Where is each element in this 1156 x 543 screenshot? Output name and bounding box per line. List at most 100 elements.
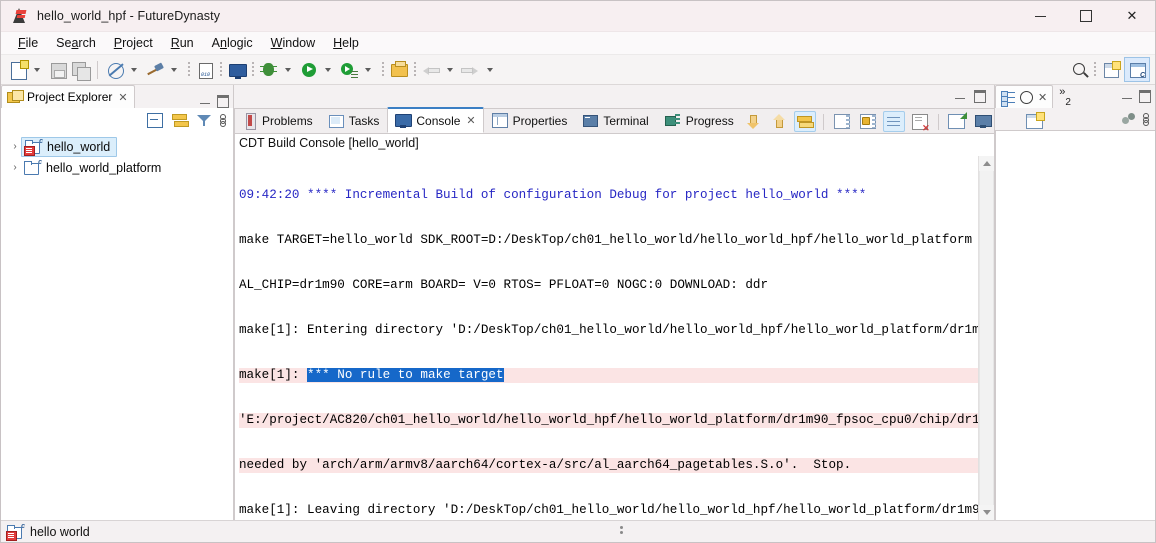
close-tab-icon[interactable]: ✕: [118, 91, 127, 104]
editor-area-controls: [955, 90, 994, 103]
minimize-view-icon[interactable]: [200, 100, 210, 104]
build-all-button[interactable]: [104, 58, 126, 82]
expander-icon[interactable]: ›: [9, 141, 21, 152]
toolbar-drag-handle[interactable]: [1094, 61, 1096, 78]
close-tab-icon[interactable]: ✕: [1038, 91, 1047, 104]
menu-bar: File Search Project Run Anlogic Window H…: [1, 32, 1155, 55]
menu-window[interactable]: Window: [262, 34, 324, 52]
tab-problems[interactable]: Problems: [235, 108, 321, 133]
console-selection-highlight: *** No rule to make target: [307, 368, 504, 382]
outline-view: ✕ » 2: [994, 85, 1155, 520]
open-perspective-button[interactable]: [1100, 58, 1122, 82]
save-all-button[interactable]: [69, 58, 91, 82]
save-button[interactable]: [47, 58, 69, 82]
view-menu-icon[interactable]: [220, 113, 226, 127]
toolbar-drag-handle[interactable]: [220, 61, 222, 78]
tab-tasks[interactable]: Tasks: [321, 108, 388, 133]
tab-outline[interactable]: ✕: [995, 85, 1054, 108]
toolbar-drag-handle[interactable]: [414, 61, 416, 78]
maximize-view-icon[interactable]: [1139, 90, 1151, 103]
tab-console[interactable]: Console ✕: [387, 107, 484, 133]
c-cpp-perspective-button[interactable]: [1124, 57, 1150, 82]
menu-search[interactable]: Search: [47, 34, 105, 52]
project-explorer-icon: [7, 90, 24, 104]
lock-console-button[interactable]: [857, 111, 879, 132]
status-resize-handle[interactable]: [620, 525, 624, 538]
console-view: Problems Tasks Console ✕ Properties Term…: [234, 107, 1119, 520]
view-filter-icon[interactable]: [197, 114, 211, 127]
sort-icon[interactable]: [1122, 113, 1135, 125]
clear-console-button[interactable]: [909, 111, 931, 134]
link-with-editor-icon[interactable]: [172, 113, 189, 127]
binary-view-button[interactable]: [194, 58, 216, 82]
c-project-icon: c: [24, 138, 43, 156]
chevron-down-icon: [131, 67, 137, 72]
search-button[interactable]: [1068, 58, 1090, 82]
open-console-button[interactable]: [226, 58, 248, 82]
back-navigation-dropdown[interactable]: [442, 58, 460, 82]
tree-row[interactable]: › c hello_world_platform: [1, 157, 233, 178]
scroll-down-button[interactable]: [742, 111, 764, 132]
menu-run[interactable]: Run: [162, 34, 203, 52]
run-dropdown[interactable]: [320, 58, 338, 82]
display-selected-console-button[interactable]: [972, 111, 994, 132]
outline-icon: [1001, 90, 1015, 107]
maximize-view-icon[interactable]: [217, 95, 229, 108]
forward-navigation-dropdown[interactable]: [482, 58, 500, 82]
tree-row[interactable]: › c hello_world: [1, 136, 233, 157]
back-navigation-button[interactable]: [420, 58, 442, 82]
build-all-dropdown[interactable]: [126, 58, 144, 82]
new-file-dropdown[interactable]: [29, 58, 47, 82]
pin-console-button[interactable]: [831, 111, 853, 132]
tab-progress[interactable]: Progress: [657, 108, 742, 133]
tab-terminal[interactable]: Terminal: [575, 108, 656, 133]
outline-view-controls: [1122, 90, 1155, 103]
menu-anlogic[interactable]: Anlogic: [203, 34, 262, 52]
tab-properties[interactable]: Properties: [484, 108, 576, 133]
scroll-down-arrow[interactable]: [979, 505, 994, 520]
toolbar-drag-handle[interactable]: [382, 61, 384, 78]
collapse-all-icon[interactable]: [147, 112, 163, 128]
minimize-button[interactable]: [1017, 1, 1063, 31]
build-dropdown[interactable]: [166, 58, 184, 82]
properties-icon: [491, 113, 508, 128]
word-wrap-button[interactable]: [882, 111, 905, 132]
forward-navigation-icon: [462, 61, 480, 79]
triangle-up-icon: [982, 161, 991, 166]
new-file-button[interactable]: [7, 58, 29, 82]
expander-icon[interactable]: ›: [9, 162, 21, 173]
scroll-up-button[interactable]: [768, 111, 790, 132]
minimize-view-icon[interactable]: [1122, 95, 1132, 99]
debug-dropdown[interactable]: [280, 58, 298, 82]
menu-project[interactable]: Project: [105, 34, 162, 52]
minimize-editor-icon[interactable]: [955, 95, 965, 99]
tree-node-hello-world[interactable]: c hello_world: [21, 136, 118, 157]
scrollbar-track[interactable]: [979, 171, 994, 505]
run-button[interactable]: [298, 58, 320, 82]
maximize-editor-icon[interactable]: [974, 90, 986, 103]
console-output-text[interactable]: 09:42:20 **** Incremental Build of confi…: [235, 156, 978, 520]
search-icon: [1070, 61, 1088, 79]
open-resource-button[interactable]: [388, 58, 410, 82]
menu-help[interactable]: Help: [324, 34, 368, 52]
scroll-up-arrow[interactable]: [979, 156, 994, 171]
tab-project-explorer[interactable]: Project Explorer ✕: [1, 85, 135, 108]
debug-button[interactable]: [258, 58, 280, 82]
toolbar-drag-handle[interactable]: [252, 61, 254, 78]
run-configurations-dropdown[interactable]: [360, 58, 378, 82]
tab-overflow-indicator[interactable]: » 2: [1053, 85, 1075, 108]
new-console-view-button[interactable]: [1024, 111, 1046, 132]
tree-node-hello-world-platform[interactable]: c hello_world_platform: [21, 159, 167, 177]
close-tab-icon[interactable]: ✕: [466, 114, 475, 127]
forward-navigation-button[interactable]: [460, 58, 482, 82]
open-console-link-button[interactable]: [946, 111, 968, 132]
close-button[interactable]: ✕: [1109, 1, 1155, 31]
menu-file[interactable]: File: [9, 34, 47, 52]
toolbar-drag-handle[interactable]: [188, 61, 190, 78]
build-button[interactable]: [144, 58, 166, 82]
scroll-lock-button[interactable]: [793, 111, 816, 132]
run-configurations-button[interactable]: [338, 58, 360, 82]
maximize-button[interactable]: [1063, 1, 1109, 31]
console-vertical-scrollbar[interactable]: [978, 156, 994, 520]
view-menu-icon[interactable]: [1143, 112, 1149, 126]
